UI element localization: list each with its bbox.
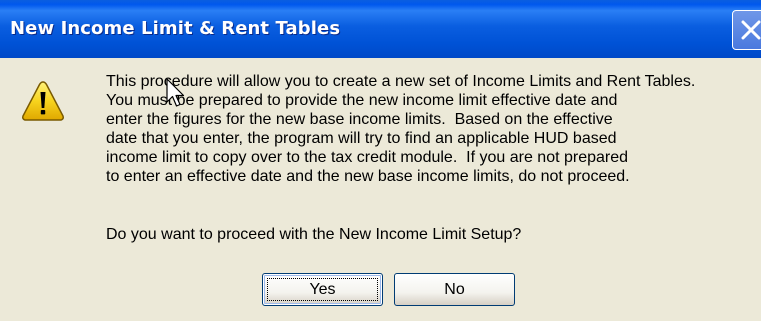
mouse-cursor-icon <box>166 78 185 107</box>
warning-icon <box>22 81 64 121</box>
yes-button[interactable]: Yes <box>262 273 383 306</box>
no-button[interactable]: No <box>394 273 515 306</box>
close-icon <box>741 20 761 40</box>
title-bar[interactable]: New Income Limit & Rent Tables <box>0 0 761 58</box>
dialog-title: New Income Limit & Rent Tables <box>10 18 341 39</box>
yes-button-label: Yes <box>309 280 336 298</box>
no-button-label: No <box>444 280 465 298</box>
dialog-window: New Income Limit & Rent Tables This proc… <box>0 0 761 321</box>
message-text: This procedure will allow you to create … <box>106 73 696 185</box>
close-button[interactable] <box>732 10 761 50</box>
question-text: Do you want to proceed with the New Inco… <box>106 226 522 243</box>
